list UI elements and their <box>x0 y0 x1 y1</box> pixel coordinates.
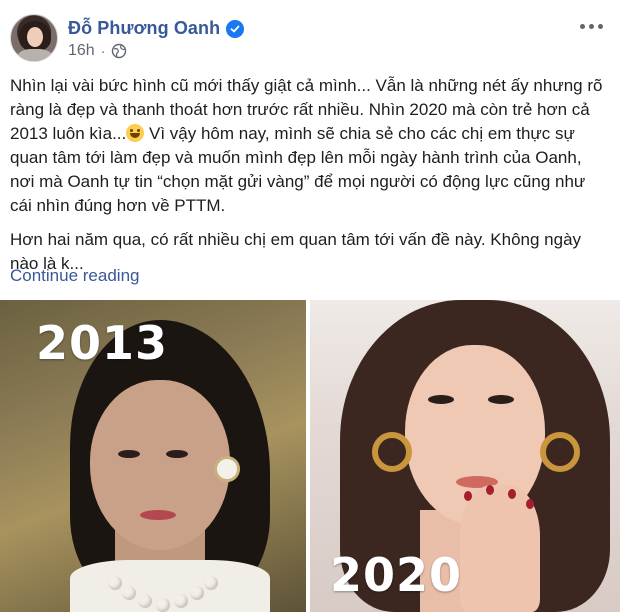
year-label: 2013 <box>36 316 169 370</box>
author-row: Đỗ Phương Oanh <box>68 18 245 39</box>
photo-2020[interactable]: 2020 <box>310 300 620 612</box>
post-paragraph: Nhìn lại vài bức hình cũ mới thấy giật c… <box>10 74 610 218</box>
year-label: 2020 <box>330 548 463 602</box>
photo-2013[interactable]: 2013 <box>0 300 306 612</box>
photo-grid: 2013 2020 <box>0 300 620 612</box>
pearl-necklace <box>108 556 218 612</box>
hoop-earring <box>372 432 412 472</box>
post-meta: 16h · <box>68 42 127 60</box>
hoop-earring <box>540 432 580 472</box>
author-name[interactable]: Đỗ Phương Oanh <box>68 18 220 39</box>
verified-badge-icon <box>226 19 245 38</box>
post-header: Đỗ Phương Oanh 16h · <box>10 10 610 66</box>
avatar[interactable] <box>10 14 58 62</box>
continue-reading-link[interactable]: Continue reading <box>10 266 139 286</box>
globe-icon[interactable] <box>111 43 127 59</box>
post-body: Nhìn lại vài bức hình cũ mới thấy giật c… <box>10 74 610 286</box>
meta-separator: · <box>100 43 106 59</box>
post-timestamp[interactable]: 16h <box>68 42 95 60</box>
hand <box>460 485 540 612</box>
grinning-emoji-icon <box>126 124 145 142</box>
more-options-icon[interactable] <box>580 20 604 32</box>
facebook-post: Đỗ Phương Oanh 16h · Nhìn lại vài bức hì… <box>0 0 620 612</box>
earring <box>214 456 240 482</box>
